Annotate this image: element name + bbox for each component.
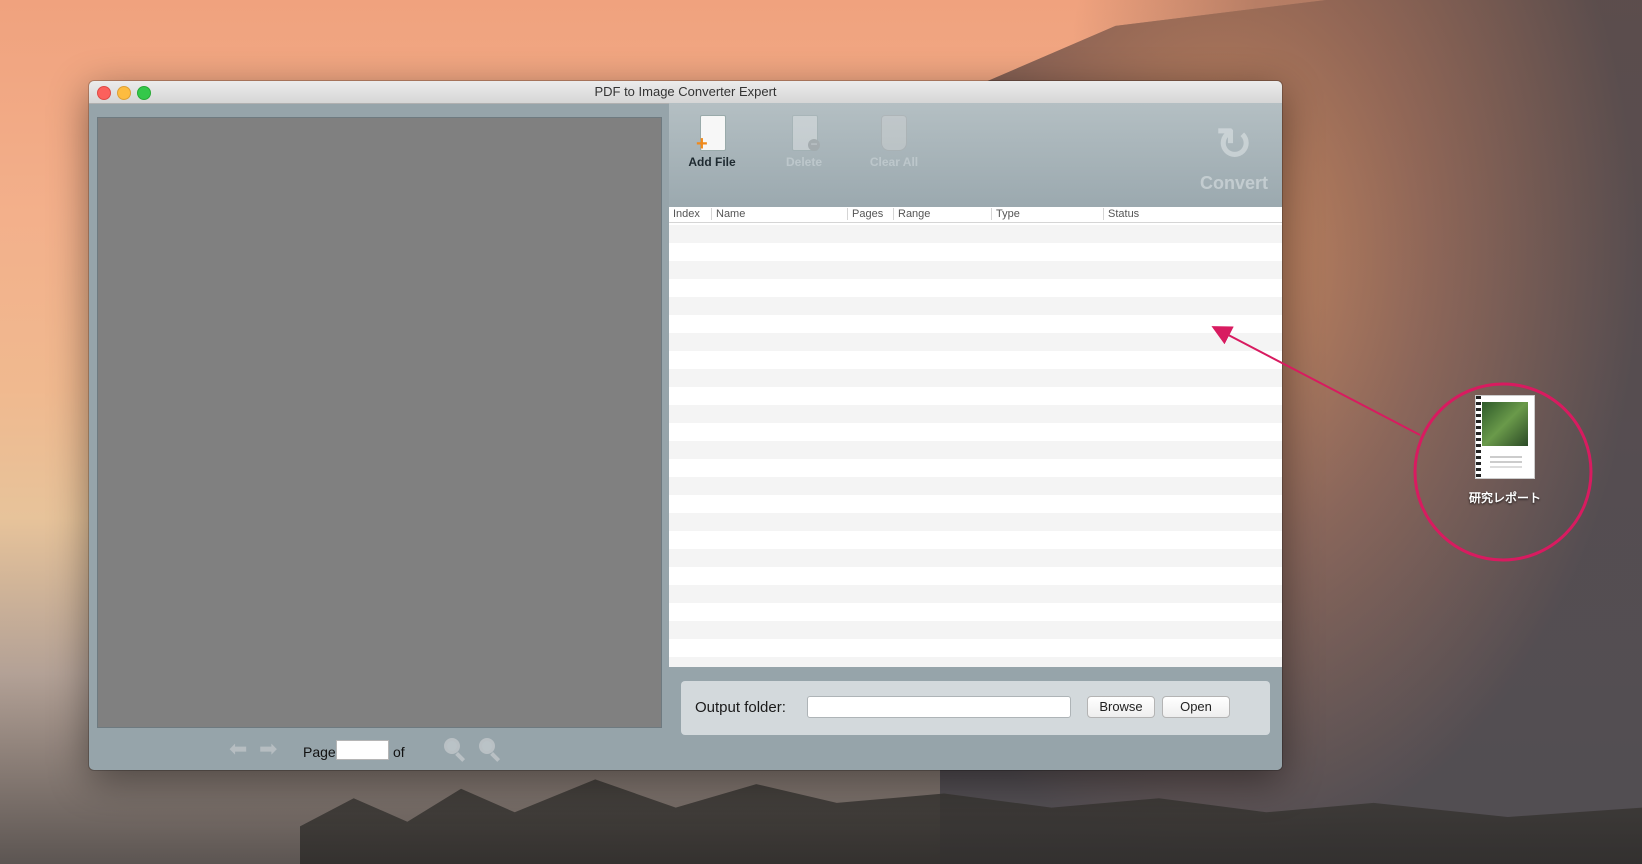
app-window: PDF to Image Converter Expert ⬅ ➡ Page o…	[89, 81, 1282, 770]
file-list-panel: + Add File − Delete Clear All ↻ Convert	[669, 103, 1282, 770]
desktop-pdf-file[interactable]: 研究レポート	[1430, 395, 1580, 506]
output-bar: Output folder: Browse Open	[669, 667, 1282, 770]
table-header: Index Name Pages Range Type Status	[669, 207, 1282, 223]
clear-all-button[interactable]: Clear All	[859, 115, 929, 169]
arrow-right-icon[interactable]: ➡	[259, 738, 277, 760]
page-number-input[interactable]	[336, 740, 389, 760]
minimize-window-button[interactable]	[117, 86, 131, 100]
close-window-button[interactable]	[97, 86, 111, 100]
delete-label: Delete	[785, 155, 823, 169]
column-header-name[interactable]: Name	[711, 208, 745, 220]
add-file-icon: +	[696, 115, 726, 154]
clear-all-label: Clear All	[869, 155, 919, 169]
file-list-table[interactable]: Index Name Pages Range Type Status	[669, 207, 1282, 667]
open-button[interactable]: Open	[1162, 696, 1230, 718]
pdf-file-icon	[1475, 395, 1535, 479]
output-folder-label: Output folder:	[695, 699, 786, 716]
convert-button[interactable]: ↻ Convert	[1194, 121, 1274, 194]
zoom-out-icon[interactable]	[444, 738, 466, 762]
arrow-left-icon[interactable]: ⬅	[229, 738, 247, 760]
column-header-type[interactable]: Type	[991, 208, 1020, 220]
column-header-range[interactable]: Range	[893, 208, 930, 220]
output-folder-field[interactable]	[807, 696, 1071, 718]
clear-all-icon	[881, 115, 907, 151]
output-panel: Output folder: Browse Open	[681, 681, 1270, 735]
toolbar: + Add File − Delete Clear All ↻ Convert	[669, 103, 1282, 211]
convert-icon: ↻	[1215, 120, 1253, 169]
delete-icon: −	[790, 115, 820, 151]
title-bar[interactable]: PDF to Image Converter Expert	[89, 81, 1282, 104]
desktop-file-name: 研究レポート	[1468, 491, 1541, 505]
zoom-in-icon[interactable]	[479, 738, 501, 762]
pdf-preview-area	[97, 117, 662, 728]
column-header-status[interactable]: Status	[1103, 208, 1139, 220]
window-title: PDF to Image Converter Expert	[594, 84, 777, 99]
column-header-pages[interactable]: Pages	[847, 208, 883, 220]
add-file-button[interactable]: + Add File	[677, 115, 747, 169]
delete-button[interactable]: − Delete	[769, 115, 839, 169]
convert-label: Convert	[1199, 173, 1268, 193]
page-label: Page	[303, 744, 336, 760]
page-navigation-bar: ⬅ ➡ Page of	[89, 731, 674, 767]
zoom-window-button[interactable]	[137, 86, 151, 100]
add-file-label: Add File	[688, 155, 736, 169]
page-of-label: of	[393, 744, 405, 760]
column-header-index[interactable]: Index	[669, 208, 700, 220]
browse-button[interactable]: Browse	[1087, 696, 1155, 718]
